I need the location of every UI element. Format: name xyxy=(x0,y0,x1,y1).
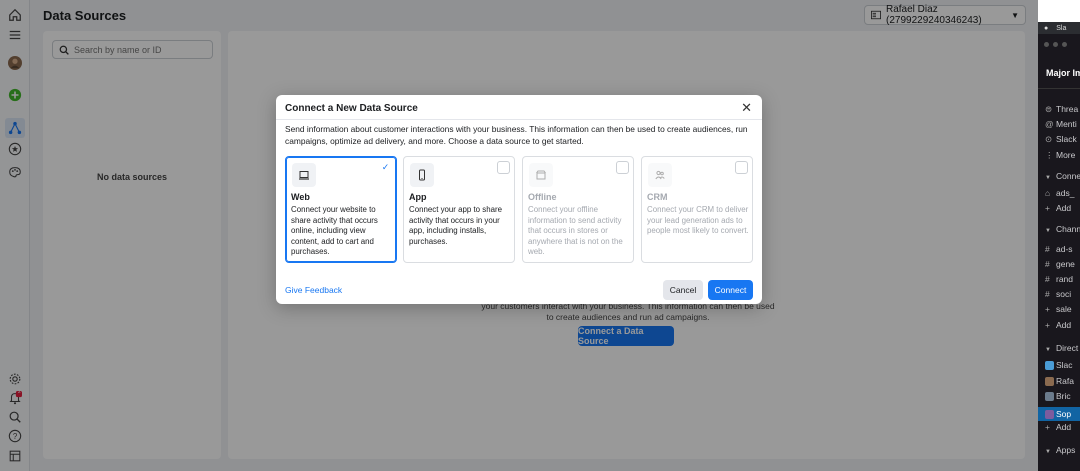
data-source-card-crm[interactable]: CRM Connect your CRM to deliver your lea… xyxy=(641,156,753,263)
slack-item-icon: ▼ xyxy=(1045,228,1051,234)
avatar xyxy=(1045,392,1054,402)
slack-item-label: Apps xyxy=(1056,445,1076,455)
divider xyxy=(276,119,762,120)
slack-item-label: rand xyxy=(1056,274,1074,284)
slack-item-icon: # xyxy=(1045,289,1050,299)
card-description: Connect your offline information to send… xyxy=(528,205,623,257)
slack-item-label: Menti xyxy=(1056,119,1077,129)
slack-item-label: sale xyxy=(1056,304,1072,314)
connect-button[interactable]: Connect xyxy=(708,280,753,300)
cancel-button[interactable]: Cancel xyxy=(663,280,703,300)
slack-sidebar-item[interactable]: # ad-s xyxy=(1045,244,1073,254)
data-source-card-web[interactable]: ✓ Web Connect your website to share acti… xyxy=(285,156,397,263)
dialog-description: Send information about customer interact… xyxy=(285,124,748,146)
divider xyxy=(1038,88,1080,89)
data-source-card-app[interactable]: App Connect your app to share activity t… xyxy=(403,156,515,263)
mac-menu-bar: ● Sla xyxy=(1038,22,1080,34)
slack-item-icon: ▼ xyxy=(1045,175,1051,181)
card-checkbox[interactable] xyxy=(497,161,510,174)
slack-sidebar-item[interactable]: + Add xyxy=(1045,422,1071,432)
slack-sidebar: Major Imp ⊜Threa@Menti⊙Slack⋮More▼Conne⌂… xyxy=(1038,34,1080,471)
apple-icon: ● xyxy=(1044,24,1049,32)
workspace-name[interactable]: Major Imp xyxy=(1046,68,1080,78)
slack-item-icon: ▼ xyxy=(1045,449,1051,455)
close-icon[interactable]: ✕ xyxy=(741,101,752,115)
slack-item-label: Sop xyxy=(1056,409,1072,419)
slack-item-label: ads_ xyxy=(1056,188,1075,198)
slack-sidebar-item[interactable]: # soci xyxy=(1045,289,1071,299)
slack-sidebar-item[interactable]: + Add xyxy=(1045,320,1071,330)
slack-item-icon: ⌂ xyxy=(1045,188,1051,198)
slack-item-label: Bric xyxy=(1056,391,1071,401)
slack-item-label: Add xyxy=(1056,203,1072,213)
card-title: App xyxy=(409,192,427,202)
slack-sidebar-item[interactable]: + sale xyxy=(1045,304,1072,314)
slack-sidebar-item[interactable]: + Add xyxy=(1045,203,1071,213)
avatar xyxy=(1045,361,1054,371)
slack-item-icon: + xyxy=(1045,304,1050,314)
people-icon xyxy=(648,163,672,187)
avatar xyxy=(1045,377,1054,387)
slack-item-label: Slac xyxy=(1056,360,1073,370)
slack-item-label: Conne xyxy=(1056,171,1080,181)
slack-item-label: ad-s xyxy=(1056,244,1073,254)
slack-item-icon: # xyxy=(1045,259,1050,269)
slack-sidebar-item[interactable]: # rand xyxy=(1045,274,1073,284)
slack-sidebar-item[interactable]: Sop xyxy=(1038,407,1080,421)
slack-item-label: soci xyxy=(1056,289,1072,299)
card-description: Connect your website to share activity t… xyxy=(291,205,378,257)
slack-sidebar-item[interactable]: Bric xyxy=(1045,391,1071,402)
slack-item-icon: + xyxy=(1045,203,1050,213)
card-title: Offline xyxy=(528,192,557,202)
card-checkbox[interactable]: ✓ xyxy=(379,161,392,174)
card-title: Web xyxy=(291,192,310,202)
slack-window-strip: ● Sla Major Imp ⊜Threa@Menti⊙Slack⋮More▼… xyxy=(1038,0,1080,471)
slack-section-header[interactable]: ▼ Conne xyxy=(1045,171,1080,181)
slack-item-label: Threa xyxy=(1056,104,1079,114)
slack-item-icon: ⊜ xyxy=(1045,104,1053,114)
slack-item-label: Direct xyxy=(1056,343,1079,353)
card-title: CRM xyxy=(647,192,668,202)
slack-item-icon: ▼ xyxy=(1045,347,1051,353)
slack-sidebar-item[interactable]: @ Menti xyxy=(1045,119,1077,129)
avatar xyxy=(1045,410,1054,420)
data-source-card-offline[interactable]: Offline Connect your offline information… xyxy=(522,156,634,263)
slack-item-label: Rafa xyxy=(1056,376,1074,386)
slack-item-icon: # xyxy=(1045,274,1050,284)
slack-sidebar-item[interactable]: ⊜ Threa xyxy=(1045,104,1078,115)
store-icon xyxy=(529,163,553,187)
slack-item-label: Chann xyxy=(1056,224,1080,234)
slack-section-header[interactable]: ▼ Chann xyxy=(1045,224,1080,234)
slack-sidebar-item[interactable]: ⊙ Slack xyxy=(1045,134,1077,145)
give-feedback-link[interactable]: Give Feedback xyxy=(285,285,342,295)
slack-sidebar-item[interactable]: Slac xyxy=(1045,360,1073,371)
slack-item-label: More xyxy=(1056,150,1076,160)
slack-item-label: gene xyxy=(1056,259,1075,269)
card-checkbox[interactable] xyxy=(735,161,748,174)
slack-item-label: Add xyxy=(1056,320,1072,330)
window-controls xyxy=(1044,42,1067,47)
slack-item-icon: + xyxy=(1045,422,1050,432)
slack-sidebar-item[interactable]: # gene xyxy=(1045,259,1075,269)
slack-item-label: Slack xyxy=(1056,134,1077,144)
card-checkbox[interactable] xyxy=(616,161,629,174)
slack-item-icon: @ xyxy=(1045,119,1054,129)
slack-sidebar-item[interactable]: ⋮ More xyxy=(1045,150,1075,161)
slack-item-icon: + xyxy=(1045,320,1050,330)
slack-item-icon: ⋮ xyxy=(1045,150,1054,160)
phone-icon xyxy=(410,163,434,187)
card-description: Connect your app to share activity that … xyxy=(409,205,502,246)
dialog-title: Connect a New Data Source xyxy=(285,103,418,114)
connect-data-source-dialog: Connect a New Data Source ✕ Send informa… xyxy=(276,95,762,304)
slack-item-icon: # xyxy=(1045,244,1050,254)
slack-item-icon: ⊙ xyxy=(1045,134,1053,144)
laptop-icon xyxy=(292,163,316,187)
slack-section-header[interactable]: ▼ Direct xyxy=(1045,343,1078,353)
slack-menu-label: Sla xyxy=(1056,24,1067,32)
slack-section-header[interactable]: ▼ Apps xyxy=(1045,445,1075,455)
slack-item-label: Add xyxy=(1056,422,1072,432)
slack-sidebar-item[interactable]: ⌂ ads_ xyxy=(1045,188,1074,198)
card-description: Connect your CRM to deliver your lead ge… xyxy=(647,205,749,236)
slack-sidebar-item[interactable]: Rafa xyxy=(1045,376,1074,387)
